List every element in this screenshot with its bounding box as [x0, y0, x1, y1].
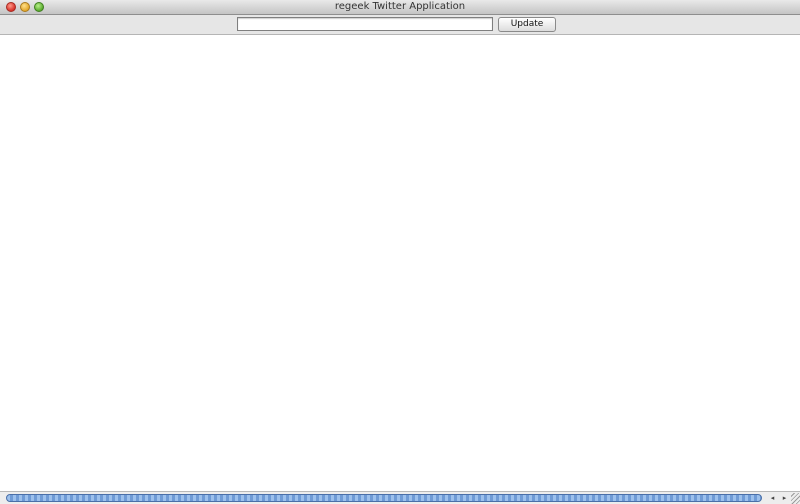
timeline-line: [0, 184, 800, 195]
timeline-line: [0, 227, 800, 238]
horizontal-scrollbar[interactable]: ◂ ▸: [0, 491, 800, 504]
title-bar[interactable]: regeek Twitter Application: [0, 0, 800, 15]
timeline-line: [0, 67, 800, 78]
timeline-line: [0, 131, 800, 142]
timeline-line: [0, 78, 800, 89]
timeline-line: [0, 269, 800, 280]
timeline-line: [0, 205, 800, 216]
timeline-line: [0, 280, 800, 291]
timeline-line: [0, 141, 800, 152]
scroll-right-arrow-icon[interactable]: ▸: [779, 493, 790, 503]
timeline-line: [0, 35, 800, 46]
timeline-line: [0, 173, 800, 184]
resize-grip-icon[interactable]: [791, 493, 800, 504]
timeline-line: [0, 195, 800, 206]
timeline-line: [0, 109, 800, 120]
update-button[interactable]: Update: [498, 17, 556, 32]
timeline-line: [0, 56, 800, 67]
timeline-line: [0, 163, 800, 174]
timeline-line: [0, 152, 800, 163]
timeline-line: [0, 120, 800, 131]
scroll-left-arrow-icon[interactable]: ◂: [767, 493, 778, 503]
timeline-line: [0, 248, 800, 259]
timeline-list[interactable]: [0, 35, 800, 491]
status-input[interactable]: [237, 17, 493, 31]
timeline-line: [0, 237, 800, 248]
app-window: regeek Twitter Application Update ◂ ▸: [0, 0, 800, 504]
scroll-thumb[interactable]: [6, 494, 762, 502]
timeline-line: [0, 99, 800, 110]
window-title: regeek Twitter Application: [334, 1, 466, 12]
timeline-line: [0, 46, 800, 57]
timeline-line: [0, 88, 800, 99]
composer-toolbar: Update: [0, 15, 800, 35]
timeline-line: [0, 216, 800, 227]
timeline-line: [0, 258, 800, 269]
